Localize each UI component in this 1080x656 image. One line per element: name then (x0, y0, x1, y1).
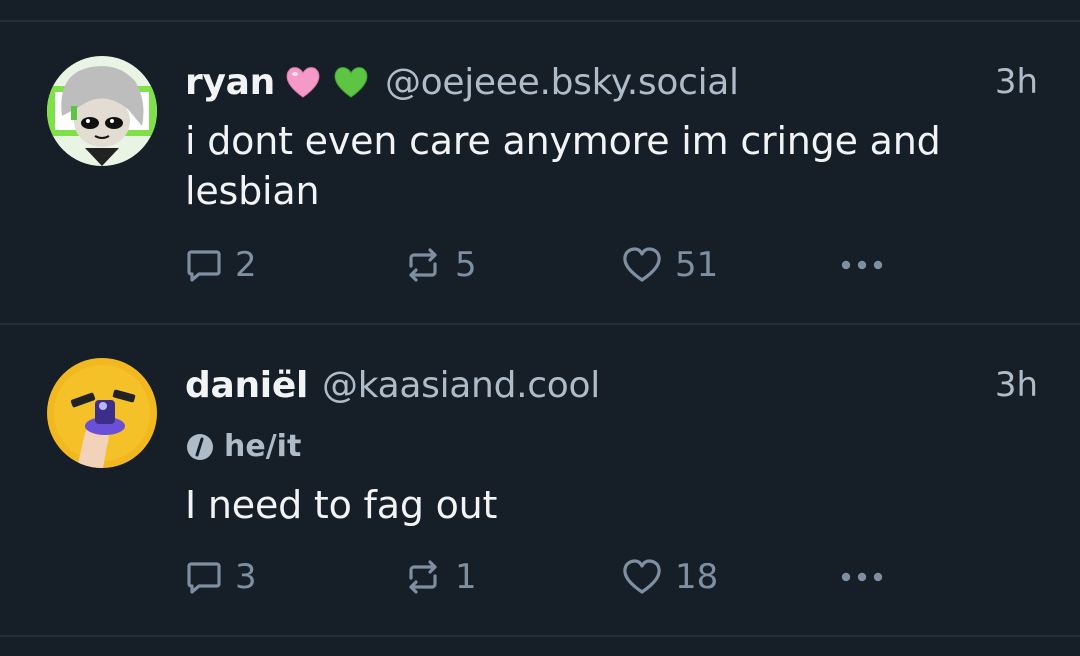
divider (0, 635, 1080, 637)
repost-count: 1 (455, 557, 477, 597)
ellipsis-icon (839, 571, 885, 583)
reply-icon (185, 246, 223, 284)
author-handle[interactable]: @kaasiand.cool (322, 365, 600, 406)
reply-button[interactable]: 3 (185, 555, 257, 599)
info-icon (185, 432, 215, 462)
reply-icon (185, 558, 223, 596)
post-card[interactable]: daniël @kaasiand.cool 3h he/it I need to… (0, 325, 1080, 635)
ellipsis-icon (839, 259, 885, 271)
reply-count: 2 (235, 245, 257, 285)
reply-count: 3 (235, 557, 257, 597)
reply-button[interactable]: 2 (185, 243, 257, 287)
feed: ryan @oejeee.bsky.social 3h i dont even … (0, 0, 1080, 656)
author-handle[interactable]: @oejeee.bsky.social (385, 62, 739, 103)
post-header: daniël @kaasiand.cool (185, 362, 600, 408)
author-name[interactable]: daniël (185, 365, 308, 406)
post-text: I need to fag out (185, 483, 498, 527)
post-text: i dont even care anymore im cringe and l… (185, 119, 941, 213)
like-button[interactable]: 18 (621, 555, 718, 599)
more-options-button[interactable] (839, 243, 885, 287)
avatar[interactable] (47, 56, 157, 166)
pink-heart-icon (283, 62, 323, 102)
pronoun-label[interactable]: he/it (185, 429, 301, 464)
post-card[interactable]: ryan @oejeee.bsky.social 3h i dont even … (0, 22, 1080, 324)
post-time[interactable]: 3h (995, 62, 1038, 102)
repost-icon (403, 558, 443, 596)
author-name[interactable]: ryan (185, 62, 275, 103)
heart-icon (621, 558, 663, 596)
like-button[interactable]: 51 (621, 243, 718, 287)
more-options-button[interactable] (839, 555, 885, 599)
post-actions: 2 5 51 (185, 243, 905, 287)
green-heart-icon (331, 62, 371, 102)
repost-button[interactable]: 5 (403, 243, 477, 287)
like-count: 51 (675, 245, 719, 285)
pronoun-text: he/it (224, 429, 302, 464)
repost-icon (403, 246, 443, 284)
post-header: ryan @oejeee.bsky.social (185, 59, 739, 105)
post-time[interactable]: 3h (995, 365, 1038, 405)
avatar[interactable] (47, 358, 157, 468)
repost-button[interactable]: 1 (403, 555, 477, 599)
like-count: 18 (675, 557, 719, 597)
repost-count: 5 (455, 245, 477, 285)
heart-icon (621, 246, 663, 284)
post-actions: 3 1 18 (185, 555, 905, 599)
